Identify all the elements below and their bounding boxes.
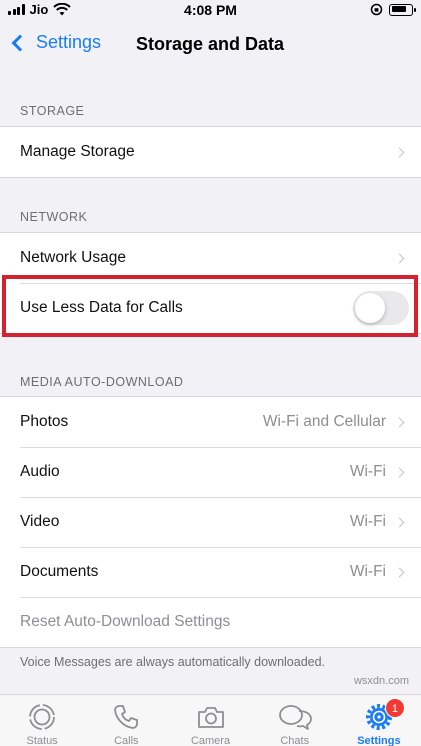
media-row-label: Video: [20, 513, 60, 530]
chevron-right-icon: [394, 147, 405, 157]
navigation-bar: Settings Storage and Data: [0, 22, 421, 72]
use-less-data-toggle[interactable]: [353, 291, 409, 325]
media-row-label: Photos: [20, 413, 69, 430]
media-row-label: Audio: [20, 463, 60, 480]
storage-section-header: STORAGE: [20, 104, 85, 118]
chevron-right-icon: [394, 467, 405, 477]
chevron-right-icon: [394, 517, 405, 527]
tab-camera[interactable]: Camera: [168, 695, 252, 746]
media-row-audio[interactable]: Audio Wi-Fi: [0, 447, 421, 497]
media-group: Photos Wi-Fi and Cellular Audio Wi-Fi Vi…: [0, 396, 421, 648]
watermark: wsxdn.com: [353, 675, 409, 687]
phone-icon: [114, 705, 139, 729]
back-label: Settings: [36, 32, 102, 52]
tab-status[interactable]: Status: [0, 695, 84, 746]
orientation-lock-icon: [370, 3, 383, 16]
chevron-right-icon: [394, 567, 405, 577]
status-time: 4:08 PM: [184, 2, 237, 18]
reset-auto-download-row[interactable]: Reset Auto-Download Settings: [0, 597, 421, 647]
media-row-value: Wi-Fi: [349, 563, 386, 580]
chats-icon: [278, 705, 312, 730]
media-row-value: Wi-Fi: [349, 513, 386, 530]
battery-icon: [389, 3, 416, 16]
manage-storage-label: Manage Storage: [20, 143, 135, 160]
network-group: Network Usage Use Less Data for Calls: [0, 232, 421, 334]
use-less-data-row: Use Less Data for Calls: [0, 283, 421, 333]
media-row-value: Wi-Fi: [349, 463, 386, 480]
storage-and-data-screen: Jio 4:08 PM Settings Storage and Data ST…: [0, 0, 421, 746]
page-title: Storage and Data: [136, 34, 285, 54]
chevron-left-icon: [11, 34, 29, 51]
network-usage-row[interactable]: Network Usage: [0, 233, 421, 283]
reset-auto-download-label: Reset Auto-Download Settings: [20, 613, 231, 630]
tab-chats[interactable]: Chats: [253, 695, 337, 746]
media-row-value: Wi-Fi and Cellular: [262, 413, 386, 430]
tab-settings[interactable]: 1 Settings: [337, 695, 421, 746]
tab-calls[interactable]: Calls: [84, 695, 168, 746]
network-usage-label: Network Usage: [20, 249, 126, 266]
tab-label: Camera: [190, 735, 231, 746]
tab-label: Chats: [280, 735, 310, 746]
status-bar: Jio 4:08 PM: [0, 0, 421, 22]
tab-label: Status: [26, 735, 58, 746]
media-row-documents[interactable]: Documents Wi-Fi: [0, 547, 421, 597]
tab-label: Settings: [357, 735, 401, 746]
voice-messages-note: Voice Messages are always automatically …: [20, 655, 326, 669]
status-right: [370, 3, 416, 16]
tab-label: Calls: [114, 735, 139, 746]
network-section-header: NETWORK: [20, 210, 88, 224]
use-less-data-label: Use Less Data for Calls: [20, 299, 183, 316]
back-button[interactable]: Settings: [10, 32, 101, 53]
storage-group: Manage Storage: [0, 126, 421, 178]
media-row-label: Documents: [20, 563, 99, 580]
camera-icon: [197, 707, 224, 728]
status-icon: [29, 704, 55, 730]
chevron-right-icon: [394, 417, 405, 427]
media-row-photos[interactable]: Photos Wi-Fi and Cellular: [0, 397, 421, 447]
toggle-knob: [355, 293, 385, 323]
media-section-header: MEDIA AUTO-DOWNLOAD: [20, 375, 184, 389]
manage-storage-row[interactable]: Manage Storage: [0, 127, 421, 177]
battery-fill: [391, 6, 406, 12]
media-row-video[interactable]: Video Wi-Fi: [0, 497, 421, 547]
notification-badge: 1: [384, 698, 405, 718]
chevron-right-icon: [394, 253, 405, 263]
tab-bar: Status Calls Camera Chats 1 Settings: [0, 694, 421, 746]
